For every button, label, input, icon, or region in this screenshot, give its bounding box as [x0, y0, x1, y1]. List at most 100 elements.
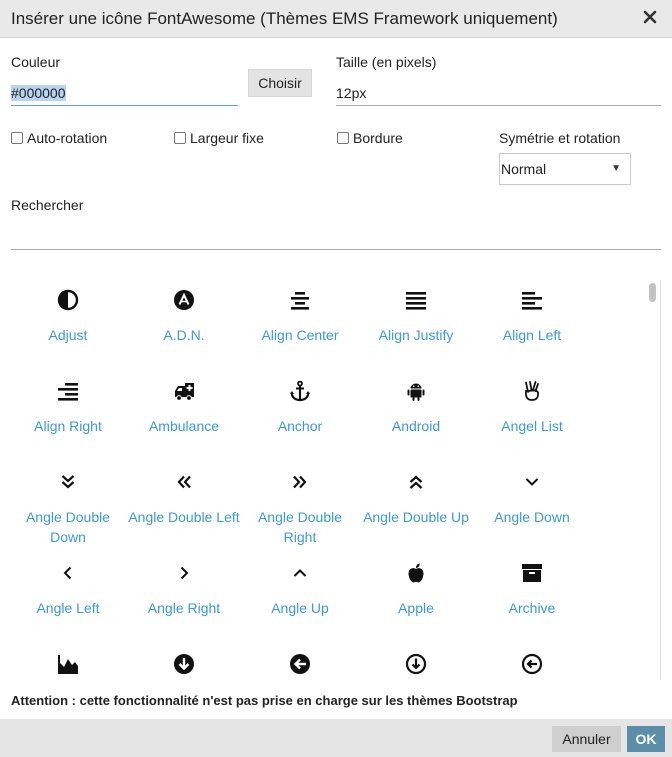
symmetry-select[interactable]: Normal ▼	[499, 153, 631, 185]
angle-double-down-icon	[61, 475, 75, 489]
checkbox-box[interactable]	[174, 132, 186, 144]
search-input[interactable]	[11, 226, 661, 250]
size-input[interactable]: 12px	[336, 82, 661, 106]
checkbox-box[interactable]	[337, 132, 349, 144]
icon-cell-align-right[interactable]: Align Right	[10, 367, 126, 457]
checkbox-auto-rotation[interactable]: Auto-rotation	[11, 130, 107, 146]
arrow-circle-down-icon	[174, 654, 194, 674]
color-value: #000000	[11, 85, 66, 101]
align-center-icon	[291, 292, 309, 310]
icon-cell-angle-up[interactable]: Angle Up	[242, 549, 358, 639]
icon-name: Adjust	[48, 327, 88, 343]
icon-name: A.D.N.	[163, 327, 205, 343]
icon-cell-adn[interactable]: A.D.N.	[126, 276, 242, 366]
adjust-icon	[57, 289, 79, 311]
icon-name: Angle Down	[494, 509, 570, 525]
android-icon	[407, 383, 425, 401]
angle-left-icon	[63, 566, 72, 580]
angle-up-icon	[293, 569, 307, 577]
scrollbar-thumb[interactable]	[649, 283, 656, 302]
icon-name: Angle Up	[271, 600, 329, 616]
anchor-icon	[290, 380, 310, 402]
icon-cell-align-center[interactable]: Align Center	[242, 276, 358, 366]
icon-name: Angle Right	[147, 600, 221, 616]
area-chart-icon	[58, 655, 78, 674]
cancel-button[interactable]: Annuler	[552, 726, 621, 752]
align-right-icon	[58, 383, 78, 401]
icon-cell-adjust[interactable]: Adjust	[10, 276, 126, 366]
close-icon[interactable]	[642, 9, 658, 25]
chevron-down-icon: ▼	[611, 163, 621, 174]
archive-icon	[522, 564, 542, 582]
align-left-icon	[522, 292, 542, 310]
icon-cell-angle-double-right[interactable]: Angle Double Right	[242, 458, 358, 548]
angle-right-icon	[180, 566, 189, 580]
adn-icon	[174, 290, 194, 310]
arrow-circle-o-left-icon	[521, 653, 543, 675]
angellist-icon	[524, 381, 539, 401]
icon-cell-archive[interactable]: Archive	[474, 549, 590, 639]
icon-cell-area-chart[interactable]	[10, 640, 126, 680]
checkbox-box[interactable]	[11, 132, 23, 144]
icon-cell-align-left[interactable]: Align Left	[474, 276, 590, 366]
icon-cell-angle-double-down[interactable]: Angle Double Down	[10, 458, 126, 548]
icon-cell-ambulance[interactable]: Ambulance	[126, 367, 242, 457]
color-input[interactable]: #000000	[11, 82, 238, 106]
icon-cell-arrow-circle-o-left[interactable]	[474, 640, 590, 680]
icon-cell-apple[interactable]: Apple	[358, 549, 474, 639]
checkbox-label: Auto-rotation	[27, 130, 108, 146]
icon-cell-angle-right[interactable]: Angle Right	[126, 549, 242, 639]
apple-icon	[408, 563, 424, 583]
checkbox-label: Bordure	[353, 130, 403, 146]
icon-cell-angellist[interactable]: Angel List	[474, 367, 590, 457]
search-label: Rechercher	[11, 197, 84, 213]
icon-name: Angle Double Right	[257, 509, 343, 545]
angle-down-icon	[525, 478, 539, 486]
icon-name: Anchor	[277, 418, 323, 434]
checkbox-fixed-width[interactable]: Largeur fixe	[174, 130, 264, 146]
symmetry-label: Symétrie et rotation	[499, 130, 621, 146]
arrow-circle-left-icon	[290, 654, 310, 674]
align-justify-icon	[406, 292, 426, 310]
size-value: 12px	[336, 85, 367, 101]
icon-grid-scrollbar[interactable]	[648, 280, 658, 680]
angle-double-right-icon	[293, 475, 307, 489]
icon-name: Angle Double Up	[363, 509, 469, 525]
icon-cell-align-justify[interactable]: Align Justify	[358, 276, 474, 366]
ok-button[interactable]: OK	[627, 726, 665, 752]
choose-color-button[interactable]: Choisir	[248, 69, 312, 97]
dialog-titlebar: Insérer une icône FontAwesome (Thèmes EM…	[0, 0, 672, 38]
icon-name: Android	[391, 418, 441, 434]
icon-name: Angle Double Left	[128, 509, 240, 525]
ambulance-icon	[175, 383, 194, 401]
arrow-circle-o-down-icon	[405, 653, 427, 675]
icon-name: Angel List	[501, 418, 563, 434]
icon-cell-arrow-circle-down[interactable]	[126, 640, 242, 680]
angle-double-left-icon	[177, 475, 191, 489]
icon-cell-android[interactable]: Android	[358, 367, 474, 457]
icon-cell-angle-left[interactable]: Angle Left	[10, 549, 126, 639]
divider	[660, 280, 661, 680]
dialog-title: Insérer une icône FontAwesome (Thèmes EM…	[11, 9, 558, 28]
icon-cell-angle-double-up[interactable]: Angle Double Up	[358, 458, 474, 548]
icon-cell-angle-double-left[interactable]: Angle Double Left	[126, 458, 242, 548]
icon-cell-angle-down[interactable]: Angle Down	[474, 458, 590, 548]
icon-name: Archive	[508, 600, 556, 616]
icon-name: Align Center	[261, 327, 339, 343]
icon-grid: Adjust A.D.N. Align Center Align Justify…	[10, 276, 646, 680]
icon-name: Align Justify	[378, 327, 454, 343]
icon-name: Align Left	[502, 327, 562, 343]
size-label: Taille (en pixels)	[336, 54, 437, 70]
checkbox-label: Largeur fixe	[190, 130, 264, 146]
icon-cell-arrow-circle-left[interactable]	[242, 640, 358, 680]
icon-name: Angle Double Down	[25, 509, 111, 545]
symmetry-value: Normal	[501, 161, 547, 177]
icon-name: Angle Left	[36, 600, 100, 616]
icon-name: Align Right	[34, 418, 102, 434]
angle-double-up-icon	[409, 475, 423, 489]
icon-cell-anchor[interactable]: Anchor	[242, 367, 358, 457]
icon-name: Apple	[398, 600, 434, 616]
bootstrap-warning: Attention : cette fonctionnalité n'est p…	[11, 693, 518, 708]
icon-cell-arrow-circle-o-down[interactable]	[358, 640, 474, 680]
checkbox-border[interactable]: Bordure	[337, 130, 403, 146]
